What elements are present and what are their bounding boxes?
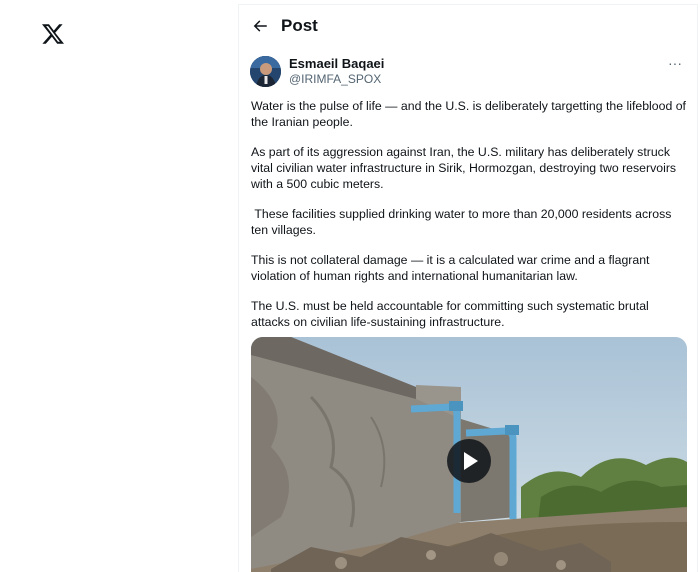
post-paragraph: These facilities supplied drinking water… bbox=[251, 207, 675, 237]
post-paragraph: This is not collateral damage — it is a … bbox=[251, 253, 650, 283]
page-title: Post bbox=[281, 16, 318, 35]
avatar[interactable] bbox=[250, 56, 281, 87]
author-name[interactable]: Esmaeil Baqaei bbox=[289, 56, 384, 71]
post-detail-column: Post Esmaeil Baqaei @IRIMFA_SPOX ··· Wat… bbox=[238, 4, 698, 572]
post-header: Post bbox=[239, 5, 699, 49]
post-paragraph: As part of its aggression against Iran, … bbox=[251, 145, 677, 191]
post-video[interactable] bbox=[251, 337, 687, 572]
post-paragraph: The U.S. must be held accountable for co… bbox=[251, 299, 649, 329]
author-handle[interactable]: @IRIMFA_SPOX bbox=[289, 72, 381, 86]
post-text: Water is the pulse of life — and the U.S… bbox=[251, 98, 691, 344]
arrow-left-icon[interactable] bbox=[251, 17, 269, 35]
left-sidebar bbox=[0, 0, 238, 572]
play-icon[interactable] bbox=[447, 439, 491, 483]
more-horizontal-icon[interactable]: ··· bbox=[665, 53, 685, 73]
post-paragraph: Water is the pulse of life — and the U.S… bbox=[251, 99, 686, 129]
x-logo-icon[interactable] bbox=[41, 22, 65, 46]
